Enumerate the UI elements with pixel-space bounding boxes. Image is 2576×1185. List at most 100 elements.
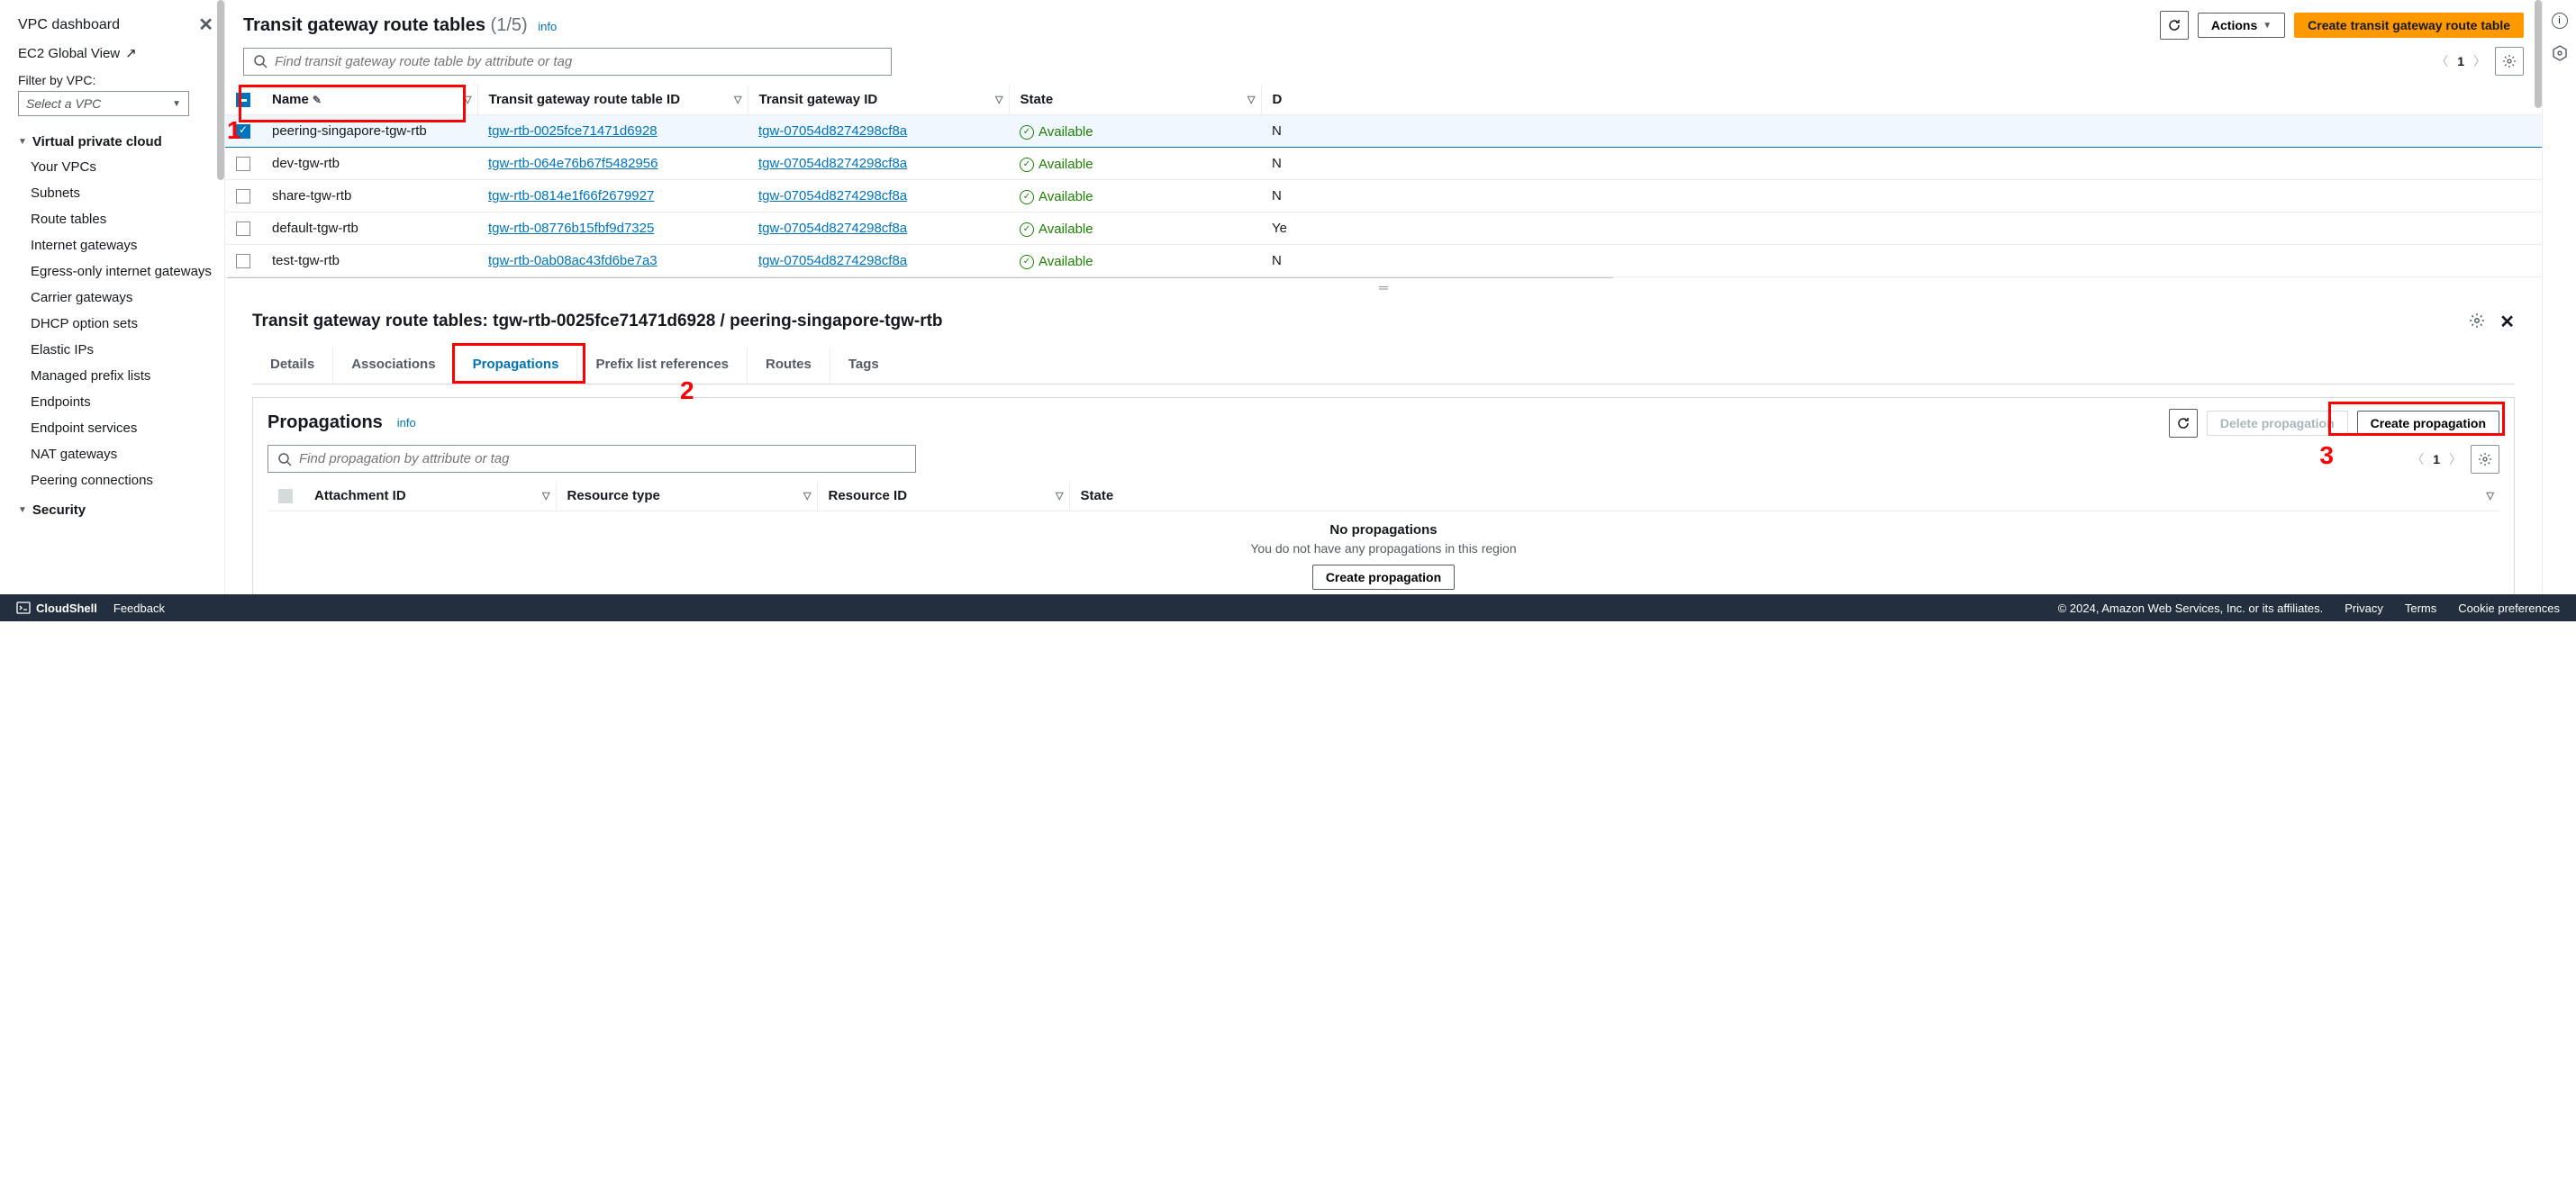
- horizontal-scrollbar[interactable]: [225, 277, 1615, 278]
- tab-tags[interactable]: Tags: [830, 348, 897, 384]
- sort-icon[interactable]: ▽: [1056, 490, 1063, 502]
- sidebar-item[interactable]: Subnets: [18, 180, 224, 206]
- edit-icon[interactable]: ✎: [313, 94, 322, 106]
- detail-close-button[interactable]: ✕: [2499, 311, 2515, 333]
- table-row[interactable]: share-tgw-rtb tgw-rtb-0814e1f66f2679927 …: [225, 180, 2542, 213]
- propagation-search[interactable]: [268, 445, 916, 473]
- caret-icon[interactable]: ▼: [18, 505, 27, 515]
- search-input[interactable]: [275, 54, 882, 69]
- col-attachment-id[interactable]: Attachment ID: [314, 488, 406, 503]
- annotation-num-3: 3: [2319, 441, 2334, 470]
- privacy-link[interactable]: Privacy: [2345, 602, 2383, 615]
- refresh-button[interactable]: [2160, 11, 2189, 40]
- cloudshell-link[interactable]: CloudShell: [16, 601, 97, 615]
- tab-details[interactable]: Details: [252, 348, 333, 384]
- main-scrollbar[interactable]: [2535, 0, 2542, 108]
- sidebar-item[interactable]: Peering connections: [18, 467, 224, 493]
- cell-rtb-link[interactable]: tgw-rtb-0814e1f66f2679927: [488, 188, 654, 204]
- table-row[interactable]: default-tgw-rtb tgw-rtb-08776b15fbf9d732…: [225, 213, 2542, 245]
- sidebar-item[interactable]: Egress-only internet gateways: [18, 258, 224, 285]
- terms-link[interactable]: Terms: [2405, 602, 2436, 615]
- sidebar-item[interactable]: NAT gateways: [18, 441, 224, 467]
- sort-icon[interactable]: ▽: [803, 490, 811, 502]
- sort-icon[interactable]: ▽: [734, 94, 741, 105]
- create-propagation-button[interactable]: Create propagation: [2357, 411, 2499, 436]
- cell-name: share-tgw-rtb: [261, 180, 477, 213]
- sort-icon[interactable]: ▽: [542, 490, 549, 502]
- propagations-title: Propagations: [268, 412, 383, 433]
- cell-rtb-link[interactable]: tgw-rtb-0ab08ac43fd6be7a3: [488, 253, 658, 268]
- sort-icon[interactable]: ▽: [2487, 490, 2494, 502]
- tab-prefix-list-references[interactable]: Prefix list references: [577, 348, 748, 384]
- cell-tgw-link[interactable]: tgw-07054d8274298cf8a: [758, 188, 907, 204]
- info-link[interactable]: info: [397, 416, 416, 430]
- cell-rtb-link[interactable]: tgw-rtb-064e76b67f5482956: [488, 156, 658, 171]
- tab-propagations[interactable]: Propagations: [455, 348, 578, 384]
- cookie-link[interactable]: Cookie preferences: [2458, 602, 2560, 615]
- vpc-dashboard-link[interactable]: VPC dashboard: [18, 17, 120, 33]
- col-tgw-id[interactable]: Transit gateway ID: [759, 92, 878, 107]
- col-resource-id[interactable]: Resource ID: [829, 488, 908, 503]
- section-vpc[interactable]: Virtual private cloud: [32, 134, 162, 149]
- sidebar-item[interactable]: Route tables: [18, 206, 224, 232]
- select-all-checkbox[interactable]: [236, 93, 250, 107]
- search-box[interactable]: [243, 48, 892, 76]
- refresh-icon: [2167, 18, 2181, 32]
- ec2-global-link[interactable]: EC2 Global View: [18, 46, 120, 61]
- sidebar-item[interactable]: Internet gateways: [18, 232, 224, 258]
- sort-icon[interactable]: ▽: [464, 94, 471, 105]
- create-propagation-empty-button[interactable]: Create propagation: [1312, 565, 1455, 590]
- sidebar-item[interactable]: Elastic IPs: [18, 337, 224, 363]
- cell-tgw-link[interactable]: tgw-07054d8274298cf8a: [758, 221, 907, 236]
- cell-tgw-link[interactable]: tgw-07054d8274298cf8a: [758, 253, 907, 268]
- row-checkbox[interactable]: [236, 254, 250, 268]
- tab-associations[interactable]: Associations: [333, 348, 454, 384]
- row-checkbox[interactable]: [236, 222, 250, 236]
- resize-handle[interactable]: ═: [225, 278, 2542, 296]
- page-prev[interactable]: 〈: [2435, 52, 2448, 70]
- detail-settings-button[interactable]: [2469, 312, 2485, 331]
- cell-tgw-link[interactable]: tgw-07054d8274298cf8a: [758, 123, 907, 139]
- cell-rtb-link[interactable]: tgw-rtb-08776b15fbf9d7325: [488, 221, 654, 236]
- sidebar-scrollbar[interactable]: [217, 0, 224, 180]
- feedback-link[interactable]: Feedback: [113, 602, 165, 615]
- page-prev[interactable]: 〈: [2411, 450, 2424, 468]
- sidebar-item[interactable]: Your VPCs: [18, 154, 224, 180]
- row-checkbox[interactable]: [236, 189, 250, 204]
- sort-icon[interactable]: ▽: [995, 94, 1002, 105]
- section-security[interactable]: Security: [32, 502, 86, 518]
- col-d[interactable]: D: [1273, 92, 1283, 107]
- col-name[interactable]: Name: [272, 92, 309, 107]
- sidebar-item[interactable]: Endpoint services: [18, 415, 224, 441]
- create-route-table-button[interactable]: Create transit gateway route table: [2294, 13, 2524, 38]
- refresh-propagations-button[interactable]: [2169, 409, 2198, 438]
- cell-d: N: [1261, 148, 2542, 180]
- info-icon[interactable]: i: [2552, 13, 2568, 29]
- col-state[interactable]: State: [1081, 488, 1114, 503]
- cell-rtb-link[interactable]: tgw-rtb-0025fce71471d6928: [488, 123, 658, 139]
- tab-routes[interactable]: Routes: [748, 348, 830, 384]
- sidebar-item[interactable]: DHCP option sets: [18, 311, 224, 337]
- sort-icon[interactable]: ▽: [1247, 94, 1255, 105]
- col-rtb-id[interactable]: Transit gateway route table ID: [489, 92, 681, 107]
- vpc-select[interactable]: Select a VPC ▼: [18, 91, 189, 116]
- caret-icon[interactable]: ▼: [18, 137, 27, 147]
- actions-button[interactable]: Actions ▼: [2198, 13, 2285, 38]
- table-row[interactable]: dev-tgw-rtb tgw-rtb-064e76b67f5482956 tg…: [225, 148, 2542, 180]
- propagation-search-input[interactable]: [299, 451, 906, 466]
- table-row[interactable]: test-tgw-rtb tgw-rtb-0ab08ac43fd6be7a3 t…: [225, 245, 2542, 277]
- hexagon-icon[interactable]: [2552, 45, 2568, 61]
- sidebar-item[interactable]: Endpoints: [18, 389, 224, 415]
- cell-tgw-link[interactable]: tgw-07054d8274298cf8a: [758, 156, 907, 171]
- settings-button[interactable]: [2495, 47, 2524, 76]
- settings-button[interactable]: [2471, 445, 2499, 474]
- col-state[interactable]: State: [1020, 92, 1054, 107]
- row-checkbox[interactable]: [236, 157, 250, 171]
- table-row[interactable]: peering-singapore-tgw-rtb tgw-rtb-0025fc…: [225, 115, 2542, 148]
- page-next[interactable]: 〉: [2449, 450, 2462, 468]
- col-resource-type[interactable]: Resource type: [567, 488, 660, 503]
- info-link[interactable]: info: [538, 20, 557, 33]
- page-next[interactable]: 〉: [2473, 52, 2486, 70]
- sidebar-item[interactable]: Managed prefix lists: [18, 363, 224, 389]
- sidebar-item[interactable]: Carrier gateways: [18, 285, 224, 311]
